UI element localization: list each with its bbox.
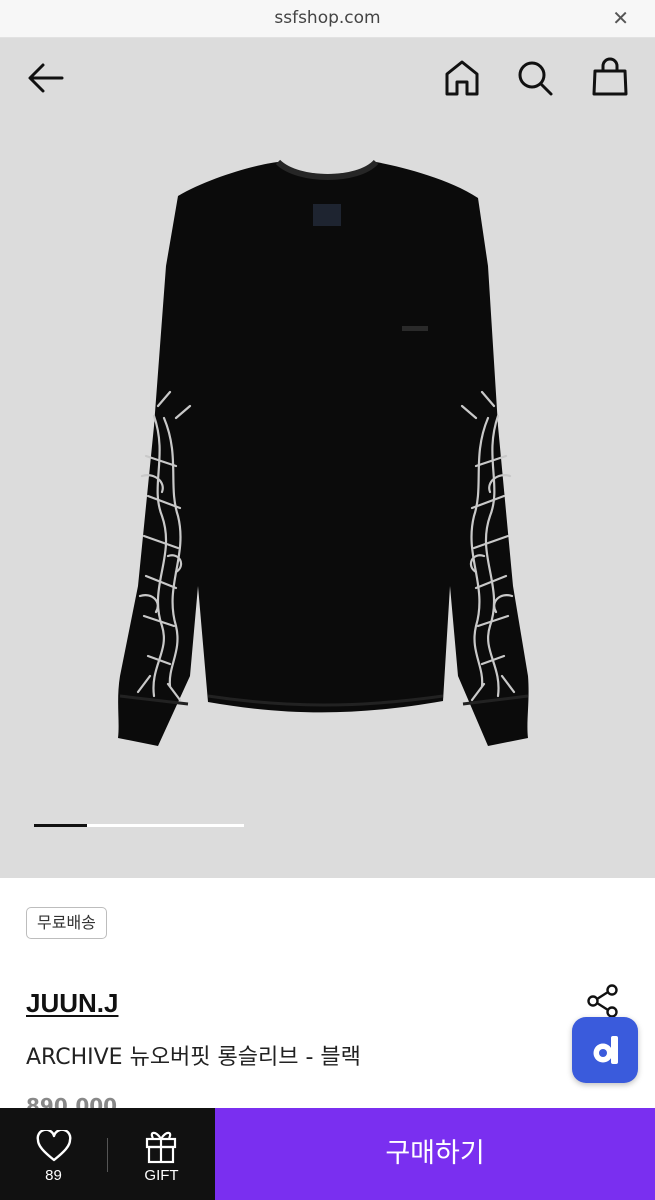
like-count: 89 xyxy=(45,1167,62,1184)
gift-label: GIFT xyxy=(144,1167,179,1184)
chat-d-icon xyxy=(593,1036,618,1064)
home-icon[interactable] xyxy=(443,58,481,98)
product-title: ARCHIVE 뉴오버핏 롱슬리브 - 블랙 xyxy=(26,1045,361,1070)
gift-icon xyxy=(145,1131,177,1164)
heart-icon xyxy=(36,1130,72,1162)
share-icon[interactable] xyxy=(586,984,620,1018)
back-arrow-icon[interactable] xyxy=(26,60,66,96)
chat-button[interactable] xyxy=(572,1017,638,1083)
bottom-action-bar: 89 GIFT 구매하기 xyxy=(0,1108,655,1200)
carousel-progress-fill xyxy=(34,824,87,827)
url-text[interactable]: ssfshop.com xyxy=(0,8,655,28)
product-image-carousel[interactable] xyxy=(0,38,655,878)
shopping-bag-icon[interactable] xyxy=(590,55,630,97)
search-icon[interactable] xyxy=(515,58,555,98)
product-image xyxy=(118,159,529,746)
free-shipping-badge: 무료배송 xyxy=(26,907,107,939)
carousel-progress-bar xyxy=(34,824,244,827)
bottom-bar-left: 89 GIFT xyxy=(0,1108,215,1200)
close-icon[interactable]: ✕ xyxy=(612,6,629,30)
brand-link[interactable]: JUUN.J xyxy=(26,988,118,1019)
gift-button[interactable]: GIFT xyxy=(108,1108,215,1200)
browser-url-bar[interactable]: ssfshop.com ✕ xyxy=(0,0,655,38)
buy-button[interactable]: 구매하기 xyxy=(215,1108,655,1200)
like-button[interactable]: 89 xyxy=(0,1108,107,1200)
